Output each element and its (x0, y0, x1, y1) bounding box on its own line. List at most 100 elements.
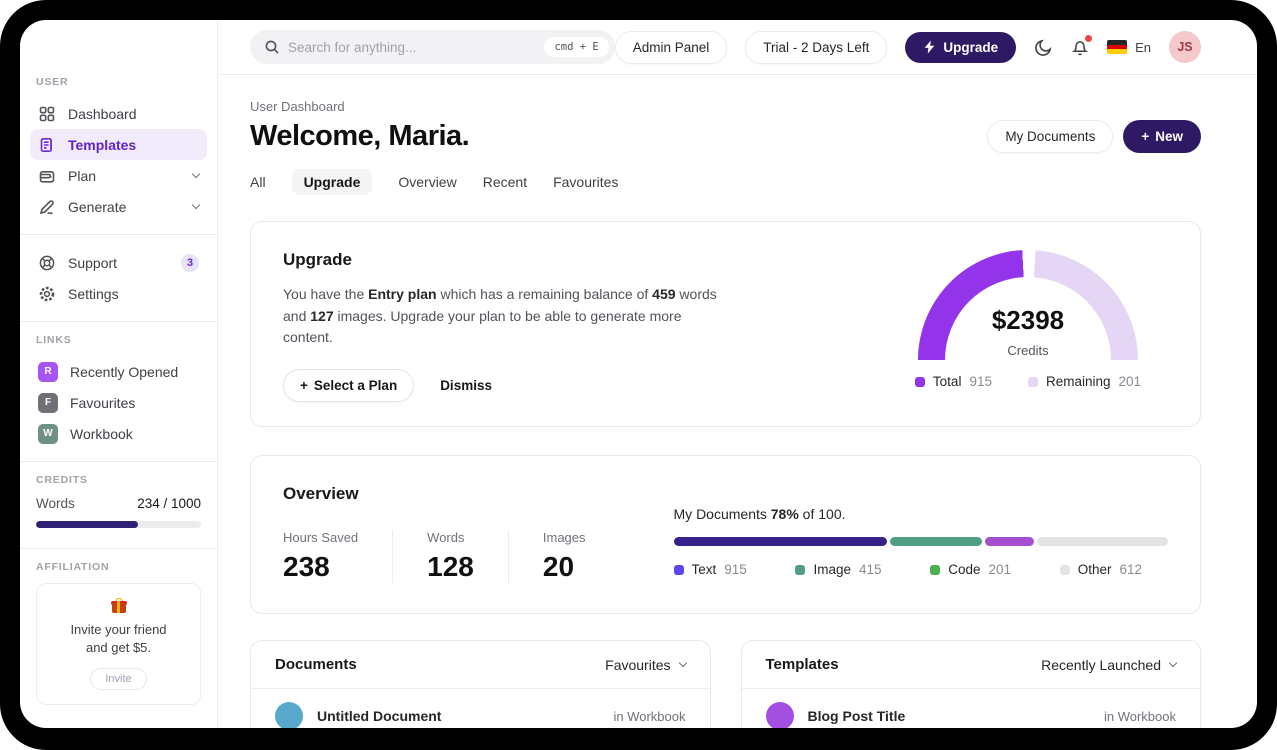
main-column: cmd + E Admin Panel Trial - 2 Days Left … (218, 20, 1257, 728)
upgrade-card-text: You have the Entry plan which has a rema… (283, 286, 717, 346)
tab-upgrade[interactable]: Upgrade (291, 169, 373, 195)
sidebar-link-favourites[interactable]: F Favourites (30, 387, 207, 418)
sidebar-section-affiliation: AFFILIATION (36, 561, 110, 573)
chevron-down-icon (191, 169, 201, 179)
notifications-button[interactable] (1071, 34, 1093, 57)
sidebar-section-credits: CREDITS (36, 474, 88, 486)
sidebar-section-links: LINKS (36, 334, 72, 346)
plus-icon: + (300, 378, 308, 394)
sidebar-item-plan[interactable]: Plan (30, 160, 207, 191)
bar-segment-other (1036, 537, 1168, 547)
sidebar-item-label: Generate (68, 198, 127, 215)
notification-dot (1085, 34, 1093, 42)
search-input[interactable] (288, 39, 537, 55)
legend-swatch (673, 564, 684, 575)
tab-all[interactable]: All (250, 169, 266, 195)
sidebar-item-support[interactable]: Support 3 (30, 247, 207, 278)
upgrade-card: Upgrade You have the Entry plan which ha… (250, 221, 1201, 428)
sidebar-link-label: Favourites (70, 394, 136, 411)
pencil-icon (39, 199, 54, 214)
bar-segment-text (673, 537, 888, 547)
legend-item-text: Text 915 (673, 562, 747, 577)
documents-card: Documents Favourites Untitled Document i… (250, 640, 711, 728)
legend-swatch (930, 564, 941, 575)
gauge-center-label: Credits (1007, 343, 1049, 358)
overview-card: Overview Hours Saved 238 Words 128 Image… (250, 455, 1201, 615)
credits-usage: Words 234 / 1000 (20, 496, 217, 511)
sidebar-link-recently-opened[interactable]: R Recently Opened (30, 356, 207, 387)
sidebar-item-dashboard[interactable]: Dashboard (30, 98, 207, 129)
document-avatar (275, 702, 303, 728)
sidebar-item-label: Dashboard (68, 105, 137, 122)
legend-item-image: Image 415 (795, 562, 882, 577)
legend-swatch (1059, 564, 1070, 575)
template-avatar (765, 702, 794, 728)
affiliation-card: Invite your friend and get $5. Invite (36, 583, 201, 706)
template-list-item[interactable]: Blog Post Title in Workbook (742, 689, 1201, 728)
gauge-center-value: $2398 (991, 305, 1065, 335)
affiliation-text-line2: and get $5. (85, 639, 152, 655)
sidebar-item-generate[interactable]: Generate (30, 191, 207, 222)
dark-mode-toggle[interactable] (1034, 38, 1053, 57)
templates-filter-dropdown[interactable]: Recently Launched (1041, 657, 1178, 673)
my-documents-button[interactable]: My Documents (987, 120, 1114, 153)
sidebar-link-label: Recently Opened (70, 363, 179, 380)
sidebar-item-settings[interactable]: Settings (30, 278, 207, 309)
sidebar-divider (20, 234, 217, 235)
sidebar-divider (20, 321, 217, 322)
breadcrumb: User Dashboard (250, 99, 345, 114)
document-icon (40, 137, 52, 152)
documents-progress-chart: My Documents 78% of 100. Text 915 Image … (673, 484, 1168, 583)
upgrade-card-title: Upgrade (283, 250, 352, 269)
device-frame: USER Dashboard Templates Plan Generate S… (0, 0, 1277, 750)
chevron-down-icon (1168, 658, 1178, 668)
new-button[interactable]: + New (1123, 120, 1201, 153)
sidebar-link-workbook[interactable]: W Workbook (30, 418, 207, 449)
user-avatar[interactable]: JS (1169, 31, 1201, 63)
tab-overview[interactable]: Overview (398, 169, 456, 195)
support-count-badge: 3 (181, 253, 199, 272)
credits-progress-fill (36, 521, 139, 528)
sidebar-item-label: Plan (68, 167, 97, 184)
sidebar-divider (20, 548, 217, 549)
lightning-bolt-icon (925, 40, 935, 54)
tab-recent[interactable]: Recent (483, 169, 527, 195)
bar-segment-image (890, 537, 983, 547)
wallet-icon (39, 170, 55, 183)
trial-days-left-button[interactable]: Trial - 2 Days Left (745, 30, 888, 64)
gear-icon (39, 286, 55, 301)
upgrade-button-label: Upgrade (943, 39, 999, 55)
invite-button[interactable]: Invite (90, 668, 147, 691)
language-label[interactable]: En (1135, 40, 1151, 55)
dismiss-button[interactable]: Dismiss (440, 378, 492, 393)
link-initial-badge: F (38, 392, 58, 413)
legend-swatch (914, 376, 925, 387)
legend-swatch (1027, 376, 1038, 387)
template-name: Blog Post Title (807, 708, 906, 725)
life-buoy-icon (39, 255, 55, 270)
templates-card-title: Templates (765, 656, 839, 674)
link-initial-badge: W (38, 423, 58, 444)
select-plan-button[interactable]: + Select a Plan (283, 369, 415, 403)
plus-icon: + (1141, 129, 1150, 144)
app-window: USER Dashboard Templates Plan Generate S… (20, 20, 1257, 728)
legend-item-code: Code 201 (930, 562, 1011, 577)
search-bar[interactable]: cmd + E (250, 30, 615, 64)
documents-filter-dropdown[interactable]: Favourites (605, 657, 687, 673)
document-name: Untitled Document (317, 708, 442, 725)
upgrade-button[interactable]: Upgrade (905, 31, 1017, 63)
stacked-progress-bar (673, 537, 1168, 547)
tab-bar: All Upgrade Overview Recent Favourites (250, 169, 1201, 195)
admin-panel-button[interactable]: Admin Panel (614, 30, 728, 64)
new-button-label: New (1155, 129, 1183, 144)
document-list-item[interactable]: Untitled Document in Workbook (251, 689, 710, 728)
tab-favourites[interactable]: Favourites (553, 169, 618, 195)
sidebar-link-label: Workbook (70, 425, 133, 442)
legend-item-remaining: Remaining 201 (1027, 374, 1141, 389)
legend-item-other: Other 612 (1059, 562, 1142, 577)
german-flag-icon[interactable] (1107, 40, 1128, 54)
sidebar-item-label: Support (68, 254, 118, 271)
sidebar-section-user: USER (36, 76, 69, 88)
stat-images: Images 20 (507, 530, 620, 584)
sidebar-item-templates[interactable]: Templates (30, 129, 207, 160)
